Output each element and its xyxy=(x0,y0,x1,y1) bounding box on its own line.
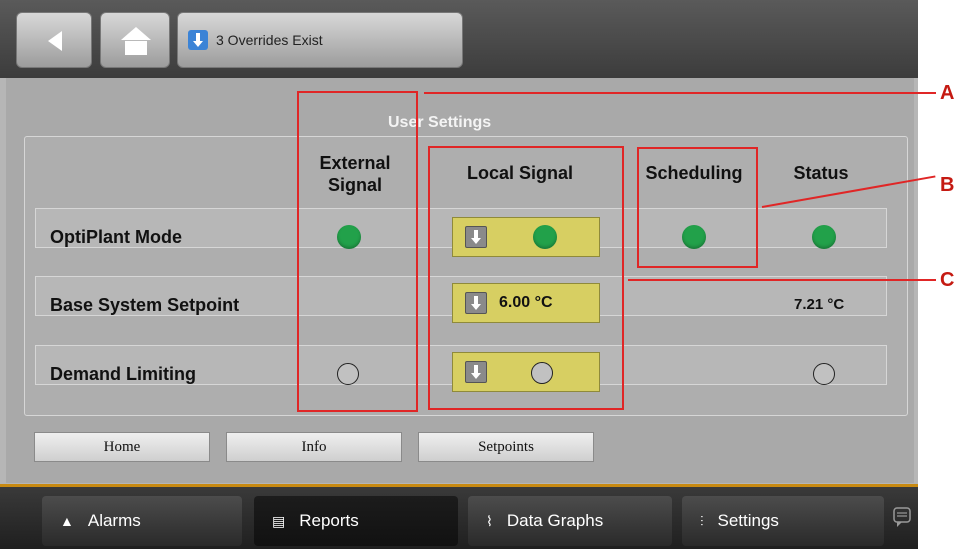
back-button[interactable] xyxy=(16,12,92,68)
nav-settings-button[interactable]: ⫶ Settings xyxy=(682,496,884,546)
nav-data-graphs-label: Data Graphs xyxy=(506,511,604,530)
bell-icon: ▲ xyxy=(60,513,74,529)
info-button[interactable]: Info xyxy=(226,432,402,462)
home-icon xyxy=(121,27,151,55)
annotation-box-b xyxy=(637,147,758,268)
status-indicator-off xyxy=(813,363,835,385)
override-down-icon xyxy=(188,30,208,50)
annotation-box-a xyxy=(297,91,418,412)
nav-reports-button[interactable]: ▤ Reports xyxy=(254,496,458,546)
overrides-label: 3 Overrides Exist xyxy=(216,32,323,48)
annotation-box-c xyxy=(428,146,624,410)
callout-line-a xyxy=(424,92,936,94)
row-label-base-system-setpoint: Base System Setpoint xyxy=(50,295,240,315)
setpoints-button[interactable]: Setpoints xyxy=(418,432,594,462)
callout-line-c xyxy=(628,279,936,281)
top-bar: 3 Overrides Exist xyxy=(0,0,918,78)
status-setpoint-value: 7.21 °C xyxy=(794,296,845,313)
status-indicator-on xyxy=(812,225,836,249)
sliders-icon: ⫶ xyxy=(700,512,704,529)
nav-alarms-button[interactable]: ▲ Alarms xyxy=(42,496,242,546)
nav-settings-label: Settings xyxy=(717,511,779,530)
row-label-demand-limiting: Demand Limiting xyxy=(50,364,197,384)
home-nav-button[interactable] xyxy=(100,12,170,68)
graph-icon: ⌇ xyxy=(486,512,493,529)
callout-label-a: A xyxy=(940,82,954,104)
nav-alarms-label: Alarms xyxy=(87,511,141,530)
callout-label-c: C xyxy=(940,269,954,291)
back-arrow-icon xyxy=(48,31,62,51)
overrides-button[interactable]: 3 Overrides Exist xyxy=(177,12,463,68)
callout-label-b: B xyxy=(940,174,954,196)
nav-reports-label: Reports xyxy=(299,511,359,530)
header-status: Status xyxy=(793,163,849,183)
nav-data-graphs-button[interactable]: ⌇ Data Graphs xyxy=(468,496,672,546)
report-icon: ▤ xyxy=(272,512,286,529)
home-button[interactable]: Home xyxy=(34,432,210,462)
row-label-optiplant-mode: OptiPlant Mode xyxy=(50,227,182,247)
chat-icon[interactable] xyxy=(892,506,912,528)
